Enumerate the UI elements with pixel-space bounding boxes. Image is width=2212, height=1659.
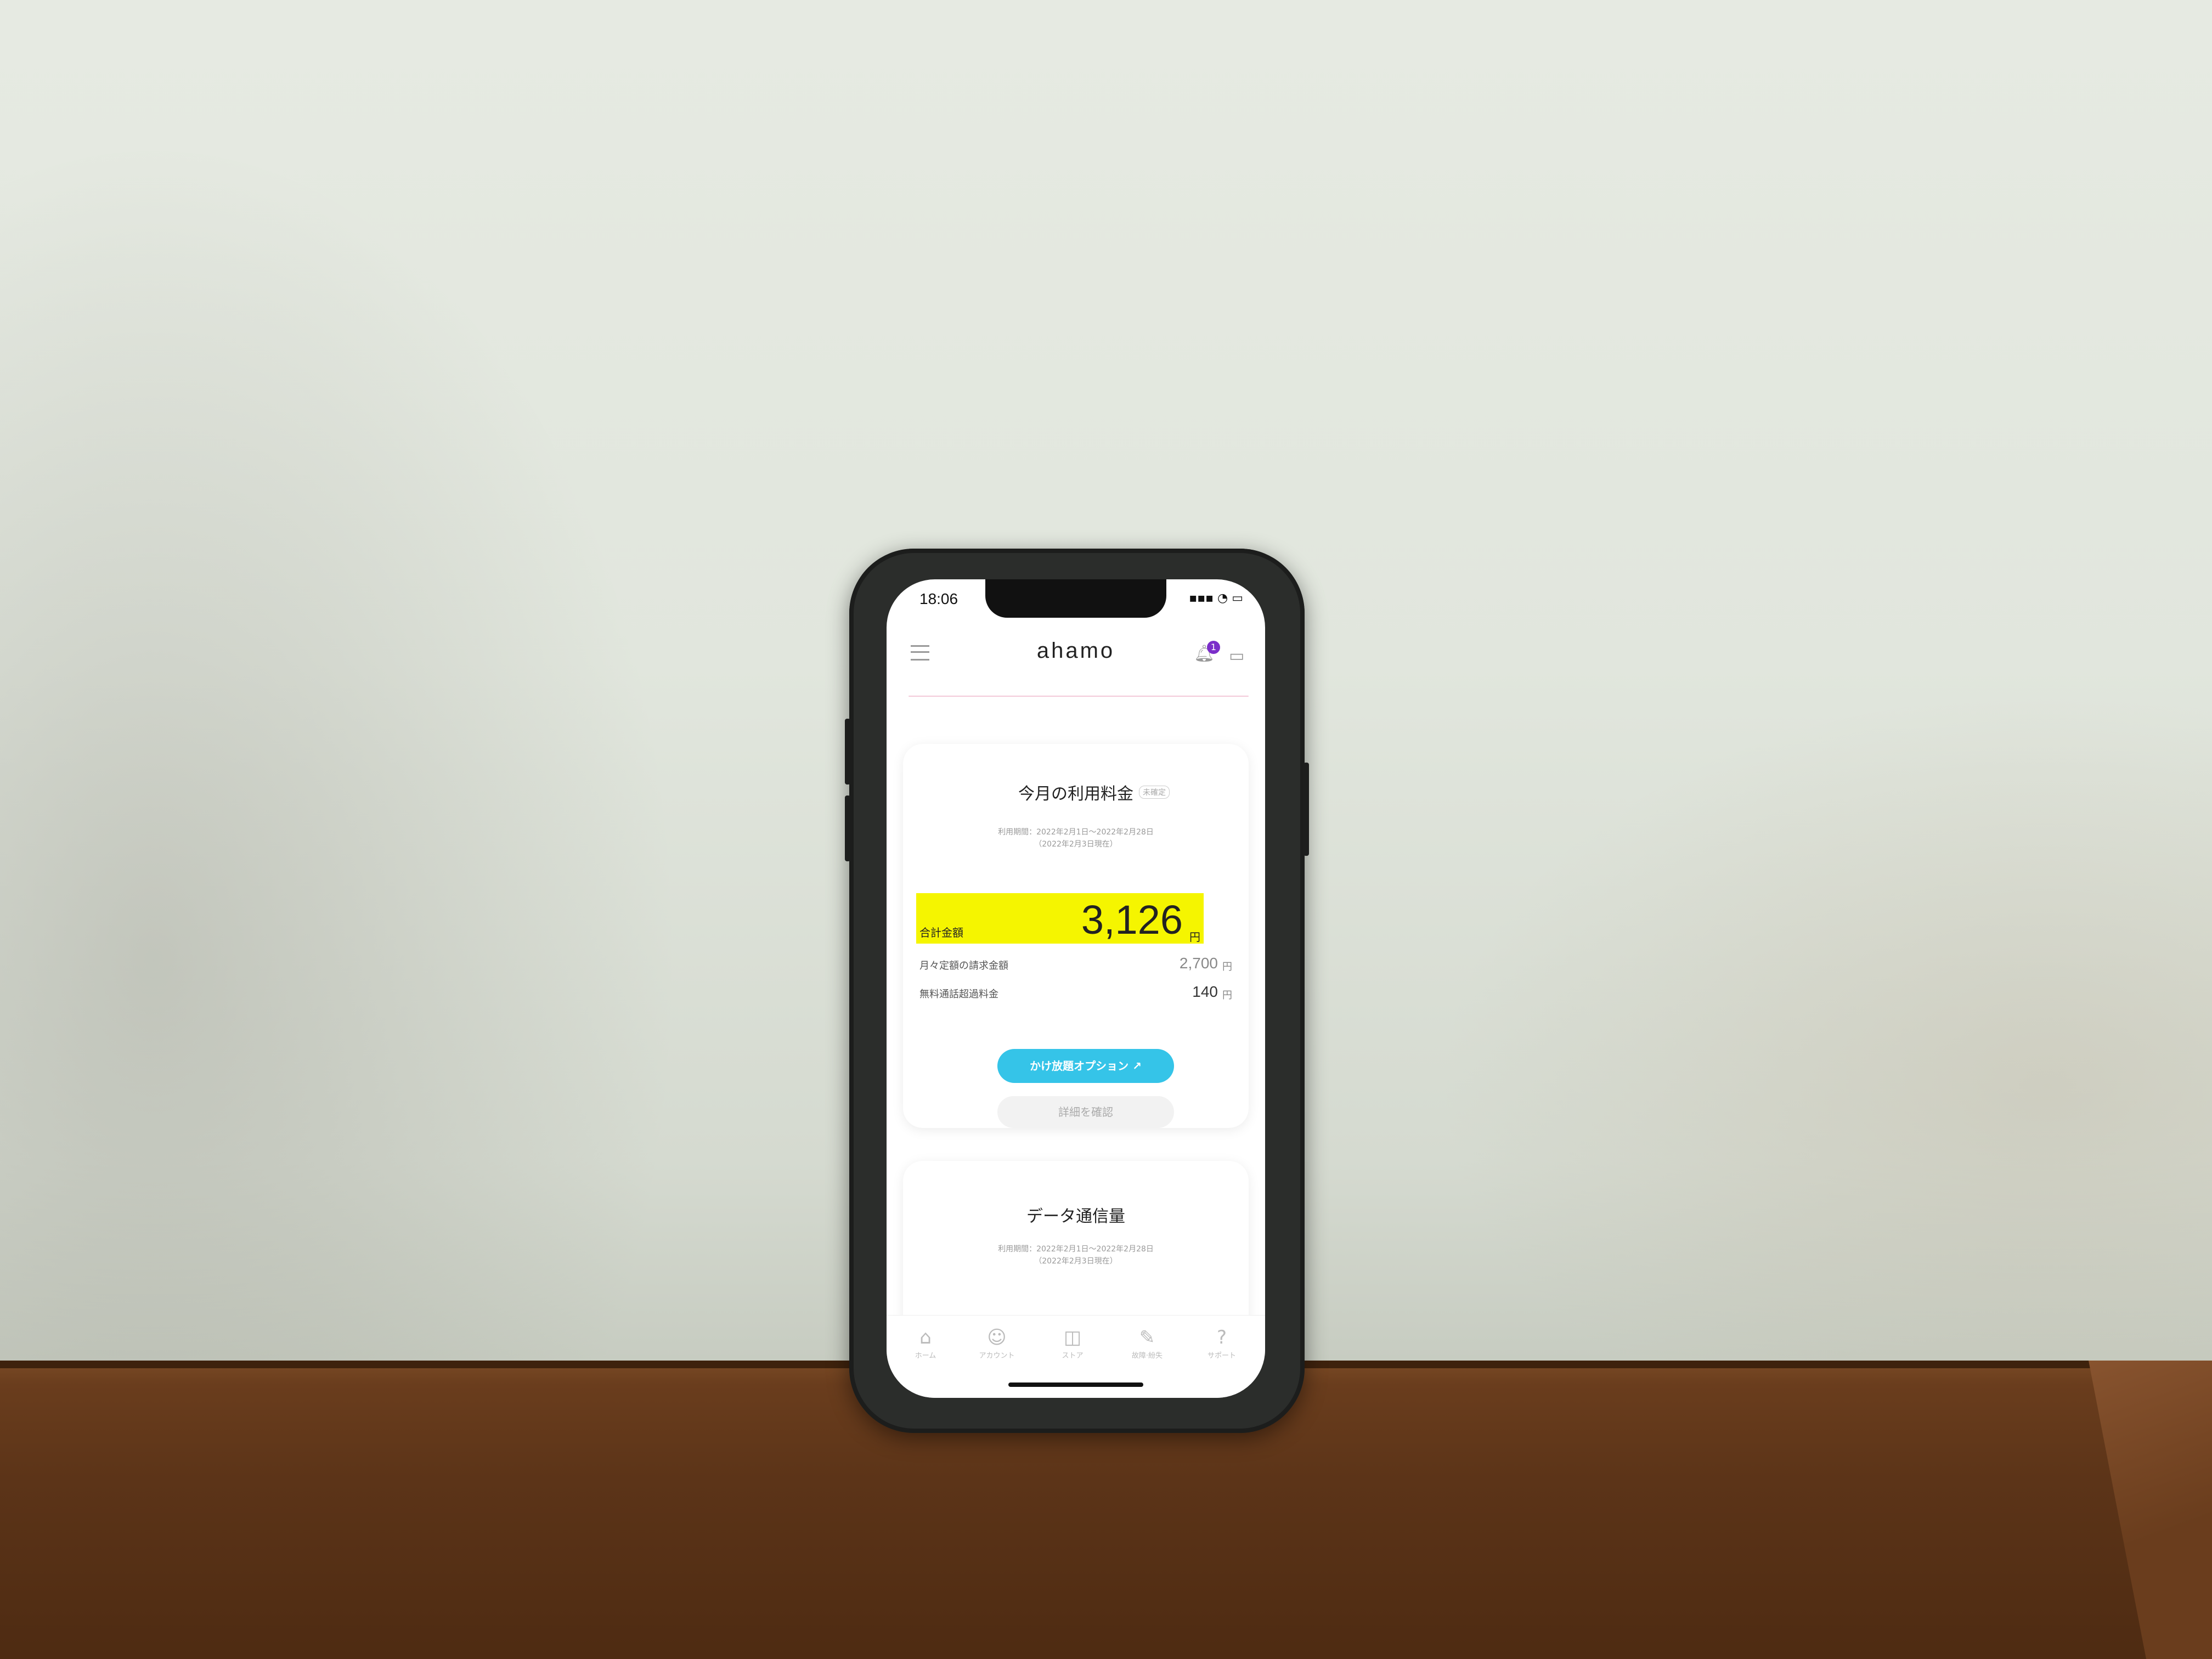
power-button <box>1304 763 1309 856</box>
volume-down-button <box>845 795 850 861</box>
fee-row-label: 月々定額の請求金額 <box>919 960 1008 972</box>
notch <box>985 579 1166 618</box>
tab-label: ホーム <box>915 1352 936 1360</box>
fee-as-of: （2022年2月3日現在） <box>1034 840 1118 849</box>
wall-light <box>1389 658 2212 1372</box>
total-unit: 円 <box>1189 930 1200 944</box>
status-time: 18:06 <box>919 590 958 607</box>
fee-row-unit: 円 <box>1222 990 1232 1001</box>
status-badge: 未確定 <box>1139 786 1170 799</box>
data-usage-period: 利用期間：2022年2月1日〜2022年2月28日 <box>998 1245 1154 1254</box>
total-value: 3,126 <box>1081 897 1183 943</box>
monthly-fee-card: 今月の利用料金 未確定 利用期間：2022年2月1日〜2022年2月28日 （2… <box>903 744 1249 1128</box>
chat-icon[interactable]: ▭ <box>1229 646 1244 665</box>
tab-store[interactable]: ◫ ストア <box>1042 1327 1103 1360</box>
tab-account[interactable]: ☺ アカウント <box>967 1327 1027 1360</box>
tab-label: サポート <box>1207 1352 1236 1360</box>
home-icon: ⌂ <box>919 1327 932 1348</box>
notification-badge: 1 <box>1207 641 1220 654</box>
fee-row-label: 無料通話超過料金 <box>919 989 998 1000</box>
wrench-icon: ✎ <box>1139 1327 1155 1348</box>
total-label: 合計金額 <box>919 926 963 939</box>
data-usage-title: データ通信量 <box>1026 1207 1125 1226</box>
help-icon: ? <box>1216 1327 1227 1348</box>
tab-label: ストア <box>1062 1352 1084 1360</box>
unlimited-call-option-button[interactable]: かけ放題オプション ↗ <box>997 1049 1174 1083</box>
tab-repair[interactable]: ✎ 故障·紛失 <box>1117 1327 1177 1360</box>
store-icon: ◫ <box>1063 1327 1082 1348</box>
total-amount-highlight: 合計金額 3,126 円 <box>916 893 1204 944</box>
fee-title: 今月の利用料金 <box>1018 785 1133 804</box>
bottom-tab-bar: ⌂ ホーム ☺ アカウント ◫ ストア ✎ 故障·紛失 ? サポート <box>887 1315 1265 1398</box>
fee-row-unit: 円 <box>1222 961 1232 973</box>
fee-row-value: 2,700 <box>1179 955 1218 972</box>
account-icon: ☺ <box>987 1327 1007 1348</box>
fee-period: 利用期間：2022年2月1日〜2022年2月28日 <box>998 828 1154 837</box>
status-icons: ▪▪▪ ◔ ▭ <box>1189 591 1243 605</box>
view-details-button[interactable]: 詳細を確認 <box>997 1096 1174 1128</box>
fee-row-value: 140 <box>1192 983 1218 1000</box>
tab-label: アカウント <box>979 1352 1015 1360</box>
volume-up-button <box>845 719 850 785</box>
tab-home[interactable]: ⌂ ホーム <box>895 1327 956 1360</box>
tab-support[interactable]: ? サポート <box>1192 1327 1252 1360</box>
phone-screen: 18:06 ▪▪▪ ◔ ▭ ahamo 🔔︎ 1 ▭ 今月の利用料金 未確定 利… <box>887 579 1265 1398</box>
data-usage-as-of: （2022年2月3日現在） <box>1034 1257 1118 1266</box>
smartphone: 18:06 ▪▪▪ ◔ ▭ ahamo 🔔︎ 1 ▭ 今月の利用料金 未確定 利… <box>845 549 1309 1433</box>
wall-shadow <box>0 0 768 1372</box>
header-divider <box>909 696 1249 697</box>
photo-scene: 18:06 ▪▪▪ ◔ ▭ ahamo 🔔︎ 1 ▭ 今月の利用料金 未確定 利… <box>0 0 2212 1659</box>
home-indicator[interactable] <box>1008 1383 1143 1387</box>
tab-label: 故障·紛失 <box>1131 1352 1163 1360</box>
